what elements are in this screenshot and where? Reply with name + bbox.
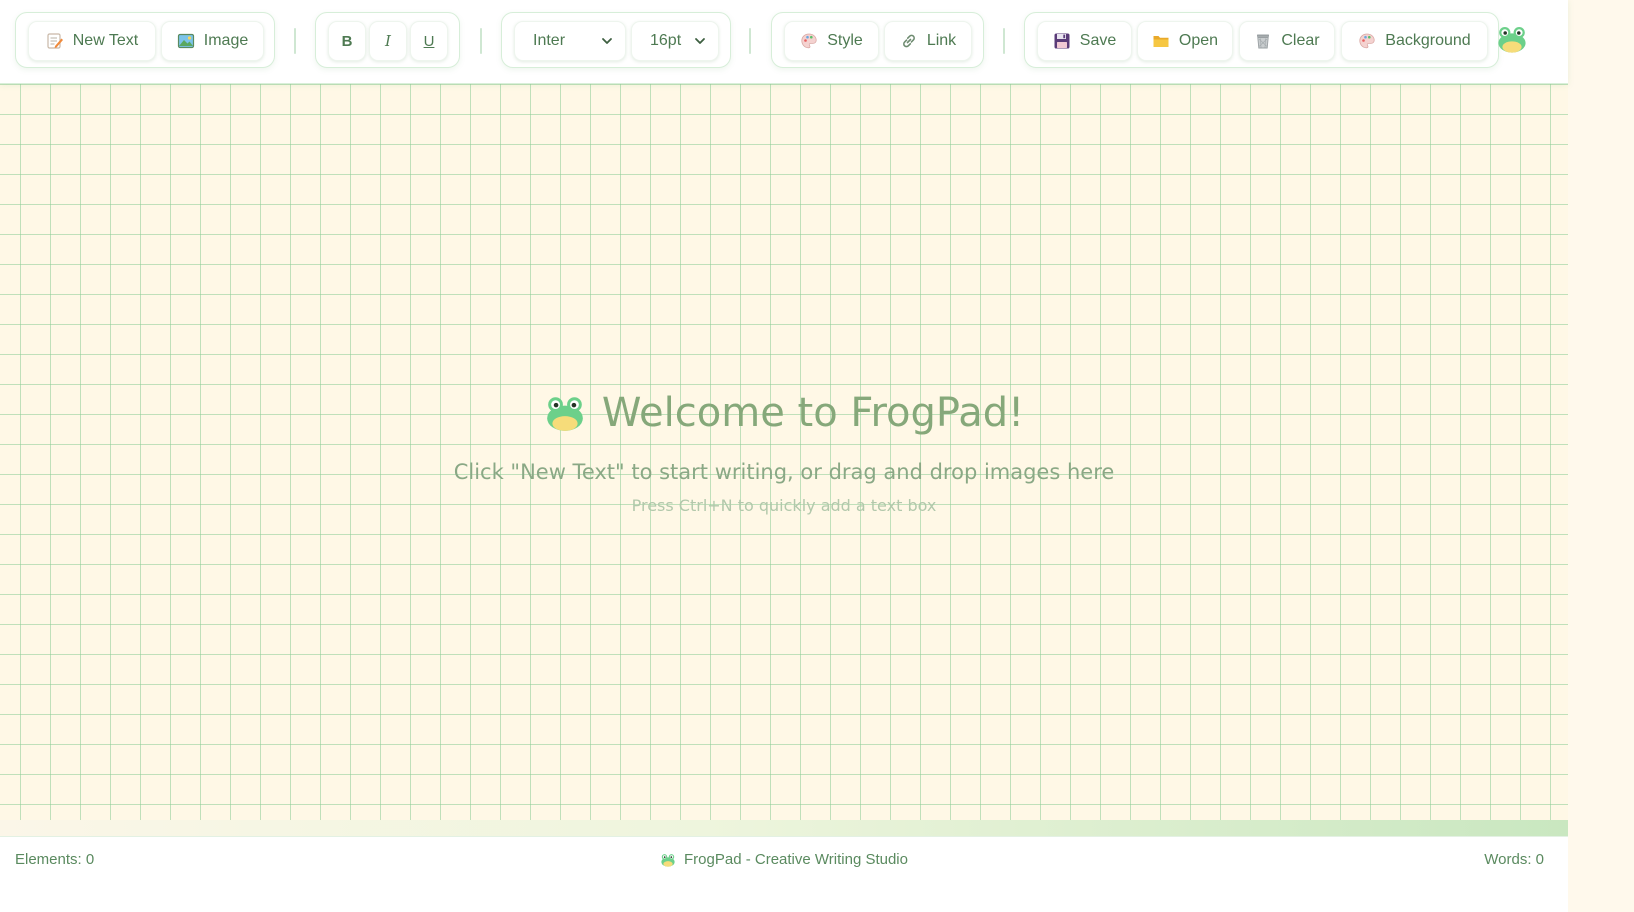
link-label: Link bbox=[926, 32, 957, 49]
font-size-select[interactable]: 16pt bbox=[631, 21, 719, 61]
toolbar-divider bbox=[294, 28, 296, 54]
save-label: Save bbox=[1079, 32, 1117, 49]
link-icon bbox=[902, 34, 915, 48]
save-button[interactable]: Save bbox=[1037, 21, 1132, 61]
toolbar-divider bbox=[1003, 28, 1005, 54]
bold-button[interactable]: B bbox=[328, 21, 366, 61]
style-button[interactable]: Style bbox=[784, 21, 879, 61]
chevron-down-icon bbox=[695, 38, 705, 44]
floppy-disk-icon bbox=[1054, 33, 1070, 49]
image-button[interactable]: Image bbox=[161, 21, 264, 61]
frog-icon bbox=[1498, 27, 1526, 53]
background-button[interactable]: Background bbox=[1341, 21, 1488, 61]
underline-button[interactable]: U bbox=[410, 21, 448, 61]
folder-icon bbox=[1153, 36, 1169, 47]
welcome-subtitle: Click "New Text" to start writing, or dr… bbox=[453, 460, 1115, 484]
welcome-title: Welcome to FrogPad! bbox=[601, 390, 1025, 436]
italic-button[interactable]: I bbox=[369, 21, 407, 61]
toolbar: New Text Image B I U Inter 16pt Style Li… bbox=[0, 0, 1568, 84]
app-title: FrogPad - Creative Writing Studio bbox=[0, 851, 1568, 868]
chevron-down-icon bbox=[602, 38, 612, 44]
status-bar: Elements: 0 FrogPad - Creative Writing S… bbox=[0, 836, 1568, 880]
open-button[interactable]: Open bbox=[1137, 21, 1233, 61]
new-text-button[interactable]: New Text bbox=[28, 21, 156, 61]
palette-icon bbox=[801, 33, 817, 49]
font-family-select[interactable]: Inter bbox=[514, 21, 626, 61]
font-family-value: Inter bbox=[533, 32, 566, 49]
insert-group: New Text Image bbox=[15, 12, 275, 68]
font-group: Inter 16pt bbox=[501, 12, 731, 68]
progress-strip bbox=[0, 820, 1568, 836]
link-button[interactable]: Link bbox=[884, 21, 972, 61]
page-footer-space bbox=[0, 880, 1568, 912]
new-text-label: New Text bbox=[72, 32, 139, 49]
toolbar-divider bbox=[480, 28, 482, 54]
palette-icon bbox=[1359, 33, 1375, 49]
frog-icon bbox=[661, 853, 675, 867]
clear-button[interactable]: Clear bbox=[1239, 21, 1335, 61]
image-label: Image bbox=[203, 32, 249, 49]
clear-label: Clear bbox=[1281, 32, 1320, 49]
app-title-label: FrogPad - Creative Writing Studio bbox=[684, 851, 908, 868]
font-size-value: 16pt bbox=[650, 32, 682, 49]
open-label: Open bbox=[1178, 32, 1219, 49]
format-group: B I U bbox=[315, 12, 460, 68]
welcome-hint: Press Ctrl+N to quickly add a text box bbox=[631, 496, 937, 515]
welcome-heading: Welcome to FrogPad! bbox=[0, 390, 1568, 436]
frog-icon bbox=[546, 397, 583, 431]
writing-canvas[interactable]: Welcome to FrogPad! Click "New Text" to … bbox=[0, 84, 1568, 820]
words-count: Words: 0 bbox=[1484, 851, 1544, 868]
file-group: Save Open Clear Background bbox=[1024, 12, 1499, 68]
style-group: Style Link bbox=[771, 12, 984, 68]
toolbar-divider bbox=[749, 28, 751, 54]
background-label: Background bbox=[1385, 32, 1471, 49]
style-label: Style bbox=[827, 32, 863, 49]
wastebasket-icon bbox=[1257, 34, 1270, 49]
picture-icon bbox=[177, 33, 194, 49]
memo-icon bbox=[47, 33, 63, 49]
